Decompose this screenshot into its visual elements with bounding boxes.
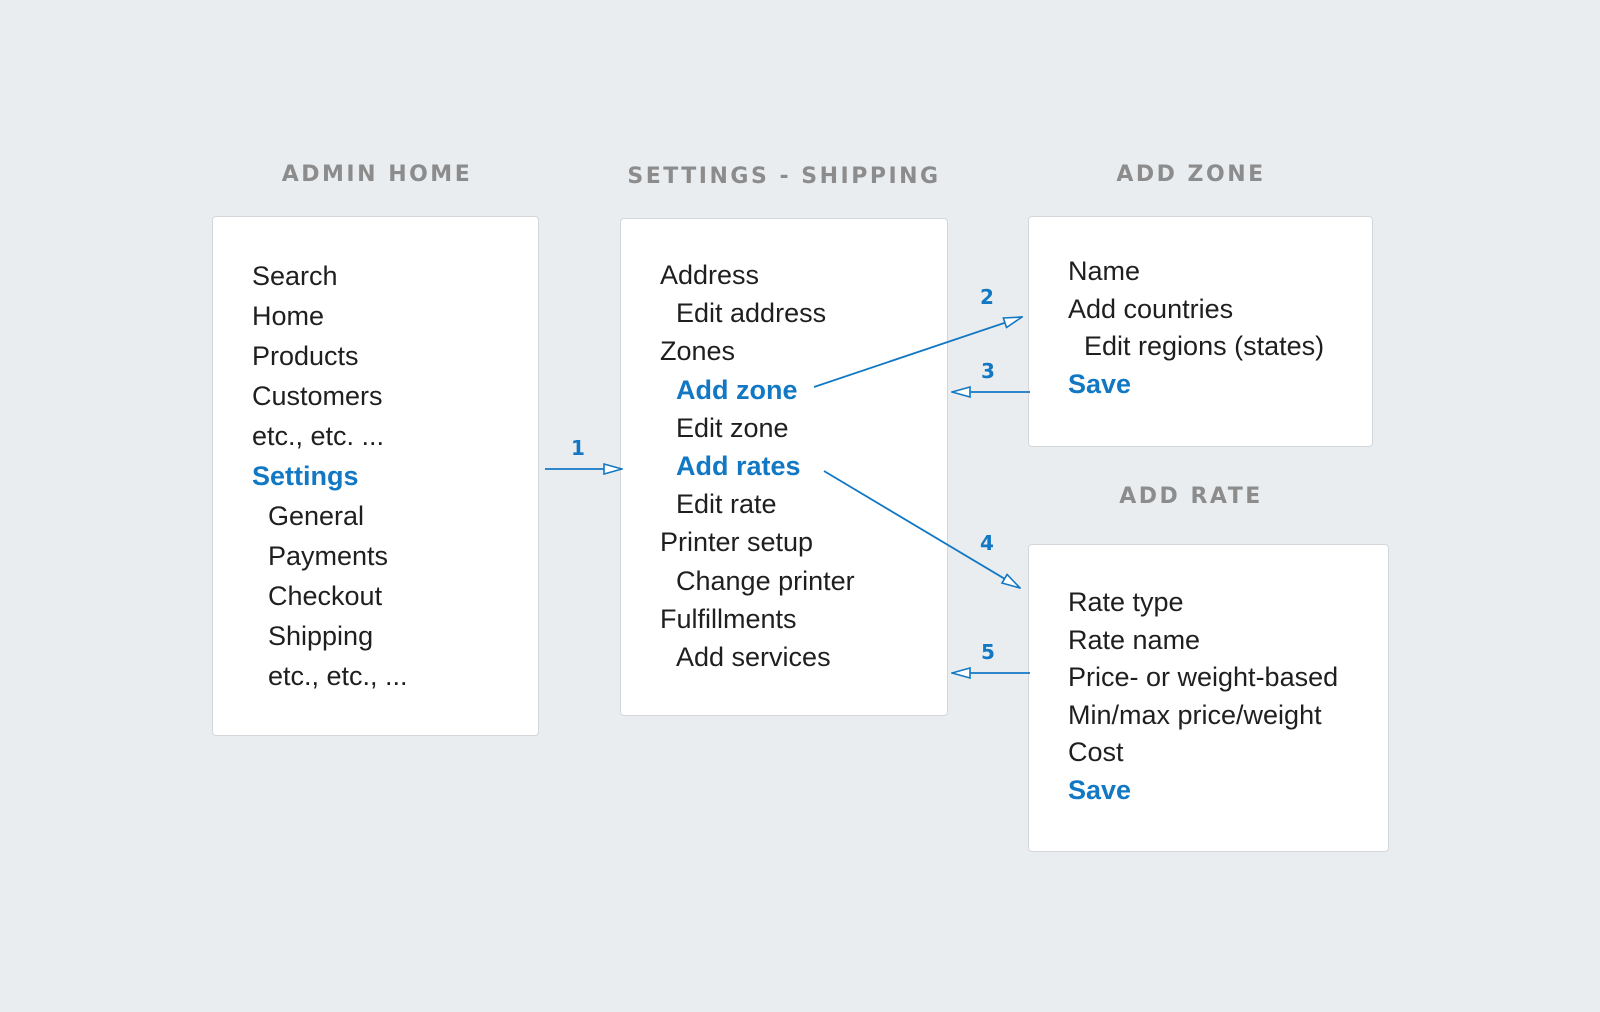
- connector-3-label: 3: [981, 359, 995, 383]
- flow-connectors: 1 2 3 4 5: [545, 285, 1030, 1012]
- connector-4-label: 4: [980, 531, 994, 555]
- connector-5-label: 5: [981, 640, 995, 664]
- connector-2-label: 2: [980, 285, 994, 309]
- connector-1-label: 1: [571, 436, 585, 460]
- connector-4-arrow: [823, 470, 1020, 588]
